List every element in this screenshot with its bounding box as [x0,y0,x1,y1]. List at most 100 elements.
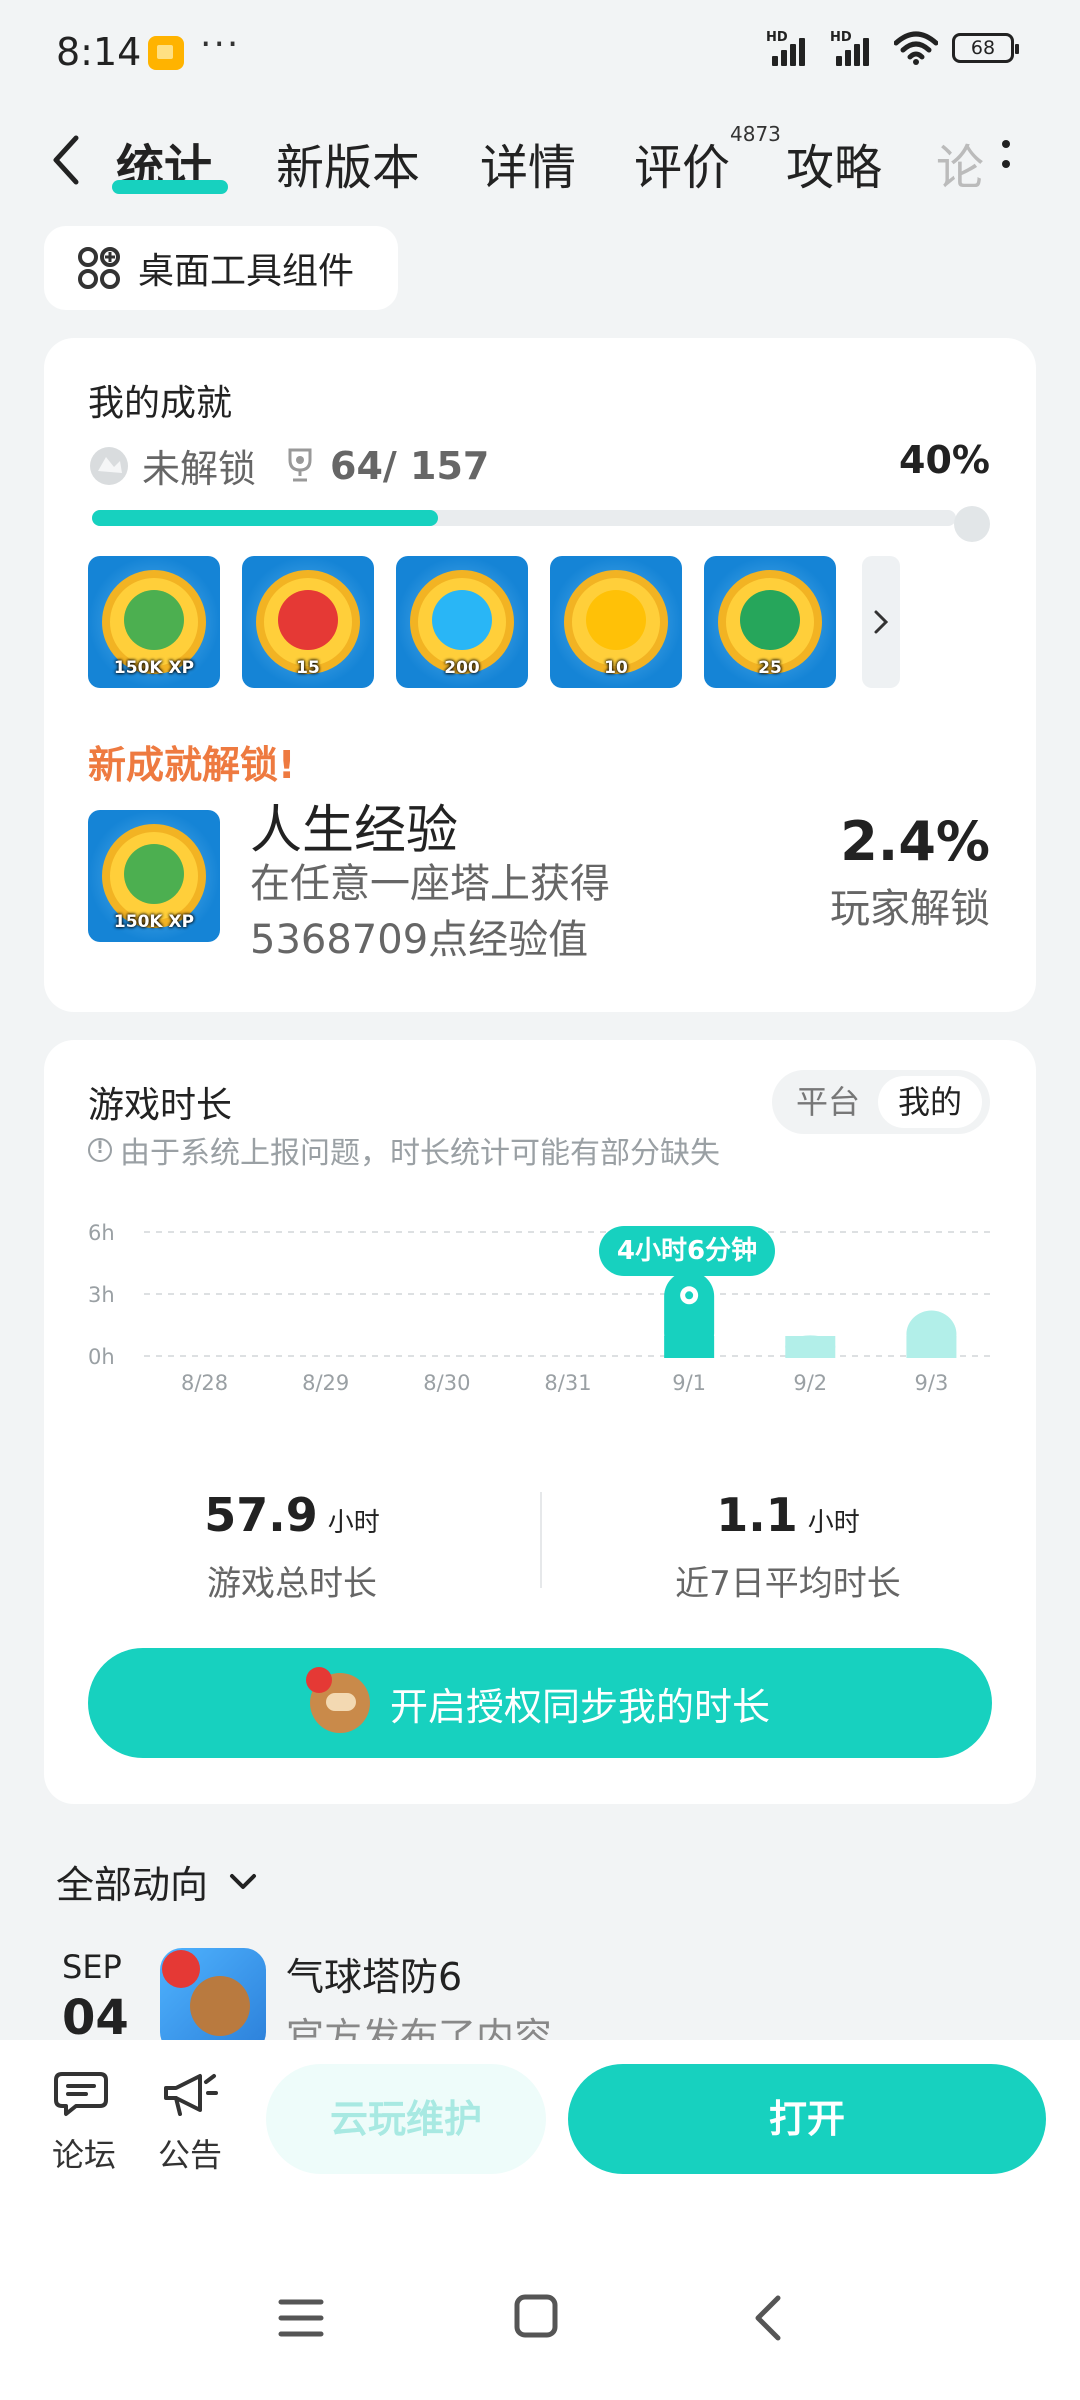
new-achievement-title: 新成就解锁! [88,743,296,787]
playtime-card: 游戏时长 由于系统上报问题，时长统计可能有部分缺失 平台 我的 6h 3h 0h 8/… [44,1040,1036,1804]
average-playtime-unit: 小时 [807,1508,860,1538]
achievement-percent: 40% [899,438,990,482]
trophy-icon [288,448,312,481]
update-game-name: 气球塔防6 [286,1955,463,1999]
achievement-badge[interactable]: 150K XP [88,556,220,688]
notification-app-icon [148,36,184,70]
unlock-rate-label: 玩家解锁 [830,886,990,932]
achievement-badge[interactable]: 10 [550,556,682,688]
total-playtime: 57.9 小时 游戏总时长 [44,1488,540,1605]
achievement-badge[interactable]: 15 [242,556,374,688]
achievement-badge-list: 150K XP 15 200 10 25 [88,556,836,688]
x-tick-label: 8/28 [181,1371,228,1395]
x-tick-label: 9/2 [793,1371,827,1395]
y-tick-label: 6h [88,1221,115,1245]
recent-apps-icon[interactable] [278,2298,324,2338]
home-icon[interactable] [514,2294,558,2338]
signal-2-icon: HD [830,30,880,66]
toggle-platform[interactable]: 平台 [782,1076,874,1128]
average-playtime: 1.1 小时 近7日平均时长 [540,1488,1036,1605]
forum-label: 论坛 [51,2136,116,2174]
x-tick-label: 8/29 [302,1371,349,1395]
chart-selected-marker-center [685,1291,694,1300]
tab-guides[interactable]: 攻略 [786,128,882,198]
achievement-badge-label: 10 [604,658,628,678]
sync-playtime-label: 开启授权同步我的时长 [389,1684,770,1729]
wifi-icon [894,31,938,65]
achievement-badge-label: 25 [758,658,782,678]
signal-1-icon: HD [766,30,816,66]
announcement-label: 公告 [157,2136,222,2174]
achievement-badge-label: 200 [444,658,480,678]
more-notifications-icon: ··· [200,24,241,65]
game-app-icon [160,1948,266,2040]
achievement-badge-label: 150K XP [113,658,195,678]
game-avatar-icon [305,1667,370,1733]
achievement-badge[interactable]: 200 [396,556,528,688]
cloud-play-button[interactable]: 云玩维护 [266,2064,546,2174]
open-game-button[interactable]: 打开 [568,2064,1046,2174]
total-playtime-label: 游戏总时长 [207,1564,377,1604]
average-playtime-label: 近7日平均时长 [675,1564,901,1604]
playtime-chart: 6h 3h 0h 8/28 8/29 8/30 8/31 9/1 9/2 9/3 [88,1221,992,1395]
playtime-note-text: 由于系统上报问题，时长统计可能有部分缺失 [120,1136,720,1171]
update-month: SEP [62,1948,122,1986]
update-day: 04 [62,1990,129,2040]
tab-forum-partial[interactable]: 论 [936,128,984,198]
desktop-widget-button[interactable]: 桌面工具组件 [44,226,398,310]
chevron-down-icon [230,1873,257,1889]
chart-bar-base [906,1336,957,1358]
locked-label: 未解锁 [142,447,257,491]
chart-bar-base [785,1336,836,1358]
sync-playtime-button[interactable]: 开启授权同步我的时长 [88,1648,992,1758]
back-arrow-icon[interactable] [44,130,88,190]
playtime-toggle: 平台 我的 [772,1070,990,1134]
all-updates-title: 全部动向 [56,1863,209,1907]
toggle-mine[interactable]: 我的 [878,1076,982,1128]
status-bar: 8:14 ··· HD HD 68 [0,0,1080,100]
tab-details[interactable]: 详情 [480,128,576,198]
update-list-item[interactable]: SEP 04 气球塔防6 官方发布了内容 [0,1940,1080,2040]
y-tick-label: 0h [88,1345,115,1369]
x-tick-label: 9/1 [672,1371,706,1395]
achievement-badge-label: 15 [296,658,320,678]
playtime-stats: 57.9 小时 游戏总时长 1.1 小时 近7日平均时长 [44,1488,1036,1604]
system-back-icon[interactable] [752,2294,784,2342]
locked-achievement-icon [90,446,128,485]
new-achievement-name: 人生经验 [250,801,459,861]
tab-new-version[interactable]: 新版本 [276,128,420,198]
battery-indicator: 68 [952,33,1019,63]
active-tab-indicator [112,180,228,194]
new-achievement-description: 在任意一座塔上获得5368709点经验值 [250,861,610,963]
new-achievement-badge[interactable]: 150K XP [88,810,220,942]
status-time: 8:14 [56,30,142,74]
update-description: 官方发布了内容 [286,2015,553,2040]
x-tick-label: 9/3 [915,1371,949,1395]
announcement-button[interactable]: 公告 [150,2068,230,2176]
forum-button[interactable]: 论坛 [44,2068,124,2176]
achievement-count: 64/ 157 [330,443,490,488]
widget-grid-icon [78,247,120,289]
chart-tooltip: 4小时6分钟 [599,1226,775,1286]
total-playtime-unit: 小时 [327,1508,380,1538]
playtime-title: 游戏时长 [88,1085,233,1126]
desktop-widget-label: 桌面工具组件 [138,251,355,292]
x-tick-label: 8/30 [423,1371,470,1395]
system-navigation-bar [0,2266,1080,2376]
chart-bar-base [664,1336,715,1358]
all-updates-dropdown[interactable]: 全部动向 [56,1854,258,1909]
new-badge-label: 150K XP [113,912,195,932]
unlock-rate: 2.4% [840,810,990,873]
forum-chat-icon [54,2072,108,2116]
achievement-badge[interactable]: 25 [704,556,836,688]
achievement-progress-fill [92,510,438,526]
achievements-card[interactable]: 我的成就 未解锁 64/ 157 40% 150K XP 15 200 10 25 新成… [44,338,1036,1012]
tab-reviews[interactable]: 评价 [634,128,730,198]
more-options-icon[interactable] [1002,140,1012,184]
playtime-note: 由于系统上报问题，时长统计可能有部分缺失 [88,1128,720,1172]
achievement-status-row: 未解锁 64/ 157 [88,438,489,493]
total-playtime-value: 57.9 [204,1488,318,1542]
reviews-count-badge: 4873 [730,122,781,146]
y-tick-label: 3h [88,1283,115,1307]
chevron-right-icon[interactable] [862,556,900,688]
